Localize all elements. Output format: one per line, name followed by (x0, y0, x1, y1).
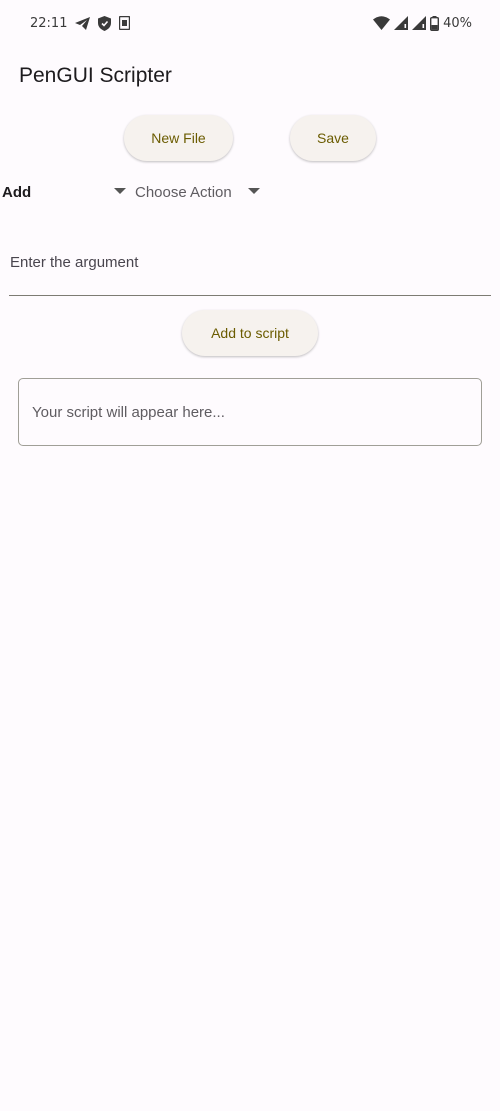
script-output-textarea[interactable] (19, 379, 481, 445)
status-bar-right: 40% (373, 15, 472, 31)
wifi-icon (373, 16, 391, 30)
sim-icon (119, 16, 131, 30)
telegram-icon (75, 16, 91, 30)
add-label: Add (2, 184, 32, 201)
argument-field (9, 240, 491, 296)
status-bar: 22:11 40% (0, 0, 500, 46)
save-button[interactable]: Save (290, 115, 376, 161)
script-output-box (18, 378, 482, 446)
action-dropdown[interactable]: Choose Action (135, 184, 232, 201)
shield-icon (98, 15, 112, 31)
page-title: PenGUI Scripter (19, 64, 172, 87)
status-time: 22:11 (30, 15, 68, 31)
signal-icon (412, 16, 427, 30)
new-file-button[interactable]: New File (124, 115, 233, 161)
chevron-down-icon[interactable] (248, 188, 260, 194)
argument-input[interactable] (9, 240, 491, 295)
add-to-script-button[interactable]: Add to script (182, 310, 318, 356)
add-type-dropdown-caret-icon[interactable] (114, 188, 126, 194)
signal-icon (394, 16, 409, 30)
app-screen: 22:11 40% PenGUI Scripter New File Save … (0, 0, 500, 1111)
battery-icon (430, 15, 440, 31)
status-bar-left: 22:11 (30, 15, 131, 31)
battery-percent: 40% (443, 15, 472, 31)
